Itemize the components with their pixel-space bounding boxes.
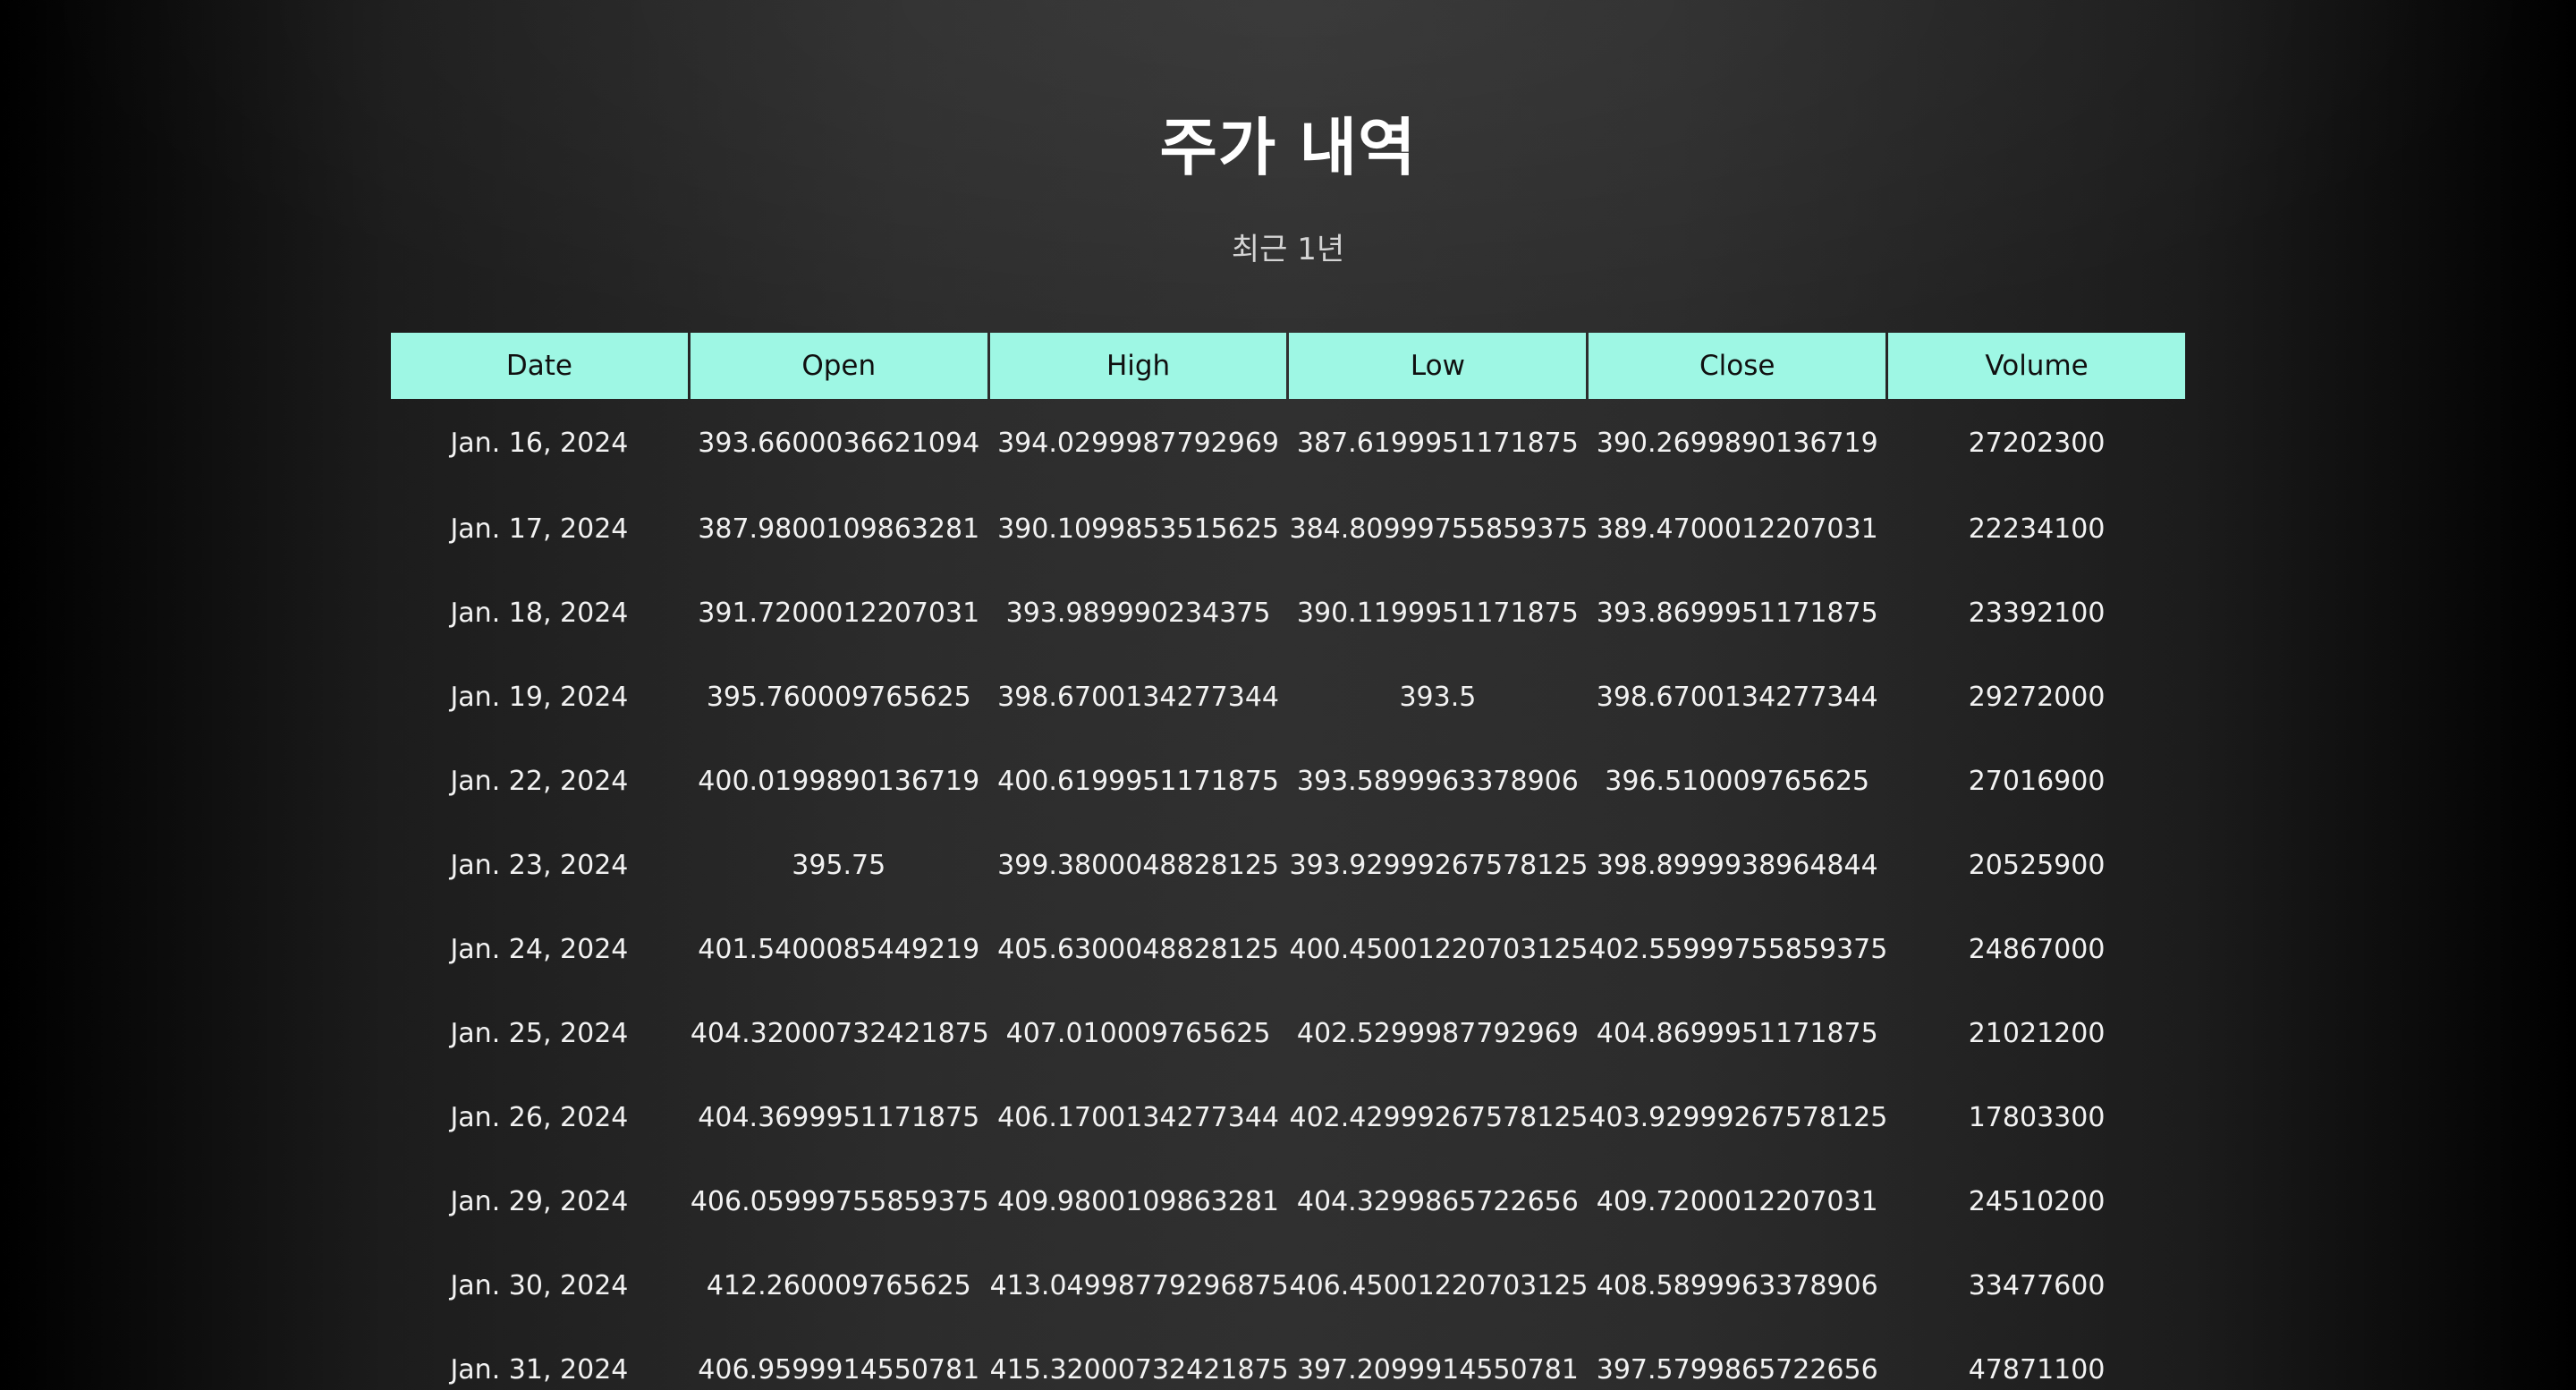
table-row: Jan. 29, 2024 406.05999755859375 409.980… [391, 1159, 2185, 1243]
cell-volume: 27016900 [1968, 765, 2106, 797]
cell-open: 393.6600036621094 [698, 427, 980, 459]
table-row: Jan. 23, 2024 395.75 399.3800048828125 3… [391, 823, 2185, 907]
cell-low: 406.45001220703125 [1289, 1269, 1589, 1301]
cell-open: 391.7200012207031 [698, 597, 980, 629]
column-header-volume: Volume [1888, 333, 2185, 399]
column-header-close: Close [1589, 333, 1886, 399]
table-row: Jan. 25, 2024 404.32000732421875 407.010… [391, 991, 2185, 1075]
cell-open: 395.760009765625 [706, 681, 971, 713]
cell-open: 404.3699951171875 [698, 1101, 980, 1133]
cell-date: Jan. 23, 2024 [450, 849, 629, 881]
cell-open: 401.5400085449219 [698, 933, 980, 965]
cell-open: 387.9800109863281 [698, 513, 980, 545]
cell-date: Jan. 29, 2024 [450, 1185, 629, 1217]
cell-volume: 27202300 [1968, 427, 2106, 459]
table-row: Jan. 30, 2024 412.260009765625 413.04998… [391, 1243, 2185, 1327]
cell-low: 393.5899963378906 [1296, 765, 1579, 797]
cell-low: 393.5 [1399, 681, 1477, 713]
cell-volume: 22234100 [1968, 513, 2106, 545]
cell-volume: 21021200 [1968, 1017, 2106, 1049]
cell-close: 390.2699890136719 [1596, 427, 1878, 459]
table-row: Jan. 17, 2024 387.9800109863281 390.1099… [391, 487, 2185, 571]
cell-close: 393.8699951171875 [1596, 597, 1878, 629]
cell-low: 404.3299865722656 [1296, 1185, 1579, 1217]
column-header-high: High [989, 333, 1287, 399]
cell-high: 394.0299987792969 [997, 427, 1280, 459]
cell-open: 404.32000732421875 [690, 1017, 989, 1049]
cell-high: 406.1700134277344 [997, 1101, 1280, 1133]
cell-close: 404.8699951171875 [1596, 1017, 1878, 1049]
cell-low: 387.6199951171875 [1296, 427, 1579, 459]
cell-open: 412.260009765625 [706, 1269, 971, 1301]
column-header-date: Date [391, 333, 688, 399]
table-row: Jan. 18, 2024 391.7200012207031 393.9899… [391, 571, 2185, 655]
table-row: Jan. 22, 2024 400.0199890136719 400.6199… [391, 739, 2185, 823]
cell-close: 408.5899963378906 [1596, 1269, 1878, 1301]
cell-high: 413.04998779296875 [989, 1269, 1289, 1301]
cell-close: 389.4700012207031 [1596, 513, 1878, 545]
cell-date: Jan. 16, 2024 [450, 427, 629, 459]
cell-close: 398.6700134277344 [1596, 681, 1878, 713]
cell-low: 400.45001220703125 [1289, 933, 1589, 965]
cell-low: 393.92999267578125 [1289, 849, 1589, 881]
cell-date: Jan. 24, 2024 [450, 933, 629, 965]
column-header-open: Open [690, 333, 987, 399]
cell-high: 405.6300048828125 [997, 933, 1280, 965]
cell-volume: 33477600 [1968, 1269, 2106, 1301]
table-row: Jan. 19, 2024 395.760009765625 398.67001… [391, 655, 2185, 739]
cell-close: 402.55999755859375 [1589, 933, 1888, 965]
column-header-low: Low [1289, 333, 1587, 399]
cell-date: Jan. 18, 2024 [450, 597, 629, 629]
cell-volume: 24510200 [1968, 1185, 2106, 1217]
table-row: Jan. 26, 2024 404.3699951171875 406.1700… [391, 1075, 2185, 1159]
cell-low: 397.2099914550781 [1296, 1353, 1579, 1386]
cell-date: Jan. 31, 2024 [450, 1353, 629, 1386]
cell-volume: 29272000 [1968, 681, 2106, 713]
cell-date: Jan. 26, 2024 [450, 1101, 629, 1133]
page-subtitle: 최근 1년 [1231, 232, 1345, 267]
cell-high: 407.010009765625 [1005, 1017, 1271, 1049]
cell-close: 398.8999938964844 [1596, 849, 1878, 881]
cell-low: 384.80999755859375 [1289, 513, 1589, 545]
cell-volume: 24867000 [1968, 933, 2106, 965]
cell-open: 406.9599914550781 [698, 1353, 980, 1386]
header-row: Date Open High Low Close Volume [391, 333, 2185, 399]
cell-high: 415.32000732421875 [989, 1353, 1289, 1386]
stock-history-table: Date Open High Low Close Volume Jan. 16,… [388, 333, 2188, 1390]
cell-high: 400.6199951171875 [997, 765, 1280, 797]
cell-open: 406.05999755859375 [690, 1185, 989, 1217]
cell-date: Jan. 22, 2024 [450, 765, 629, 797]
cell-high: 399.3800048828125 [997, 849, 1280, 881]
cell-low: 390.1199951171875 [1296, 597, 1579, 629]
table-row: Jan. 31, 2024 406.9599914550781 415.3200… [391, 1327, 2185, 1390]
page-title: 주가 내역 [1159, 111, 1417, 184]
cell-open: 395.75 [792, 849, 886, 881]
table-row: Jan. 16, 2024 393.6600036621094 394.0299… [391, 399, 2185, 487]
cell-date: Jan. 25, 2024 [450, 1017, 629, 1049]
cell-date: Jan. 30, 2024 [450, 1269, 629, 1301]
cell-close: 409.7200012207031 [1596, 1185, 1878, 1217]
table-header: Date Open High Low Close Volume [391, 333, 2185, 399]
cell-low: 402.42999267578125 [1289, 1101, 1589, 1133]
cell-close: 397.5799865722656 [1596, 1353, 1878, 1386]
cell-high: 393.989990234375 [1005, 597, 1271, 629]
cell-high: 390.1099853515625 [997, 513, 1280, 545]
cell-open: 400.0199890136719 [698, 765, 980, 797]
cell-date: Jan. 19, 2024 [450, 681, 629, 713]
cell-volume: 20525900 [1968, 849, 2106, 881]
cell-volume: 17803300 [1968, 1101, 2106, 1133]
table-body: Jan. 16, 2024 393.6600036621094 394.0299… [391, 399, 2185, 1390]
cell-high: 409.9800109863281 [997, 1185, 1280, 1217]
cell-low: 402.5299987792969 [1296, 1017, 1579, 1049]
cell-date: Jan. 17, 2024 [450, 513, 629, 545]
cell-volume: 23392100 [1968, 597, 2106, 629]
cell-close: 403.92999267578125 [1589, 1101, 1888, 1133]
stock-history-page: 주가 내역 최근 1년 Date Open High Low Close Vol… [0, 0, 2576, 1390]
cell-close: 396.510009765625 [1605, 765, 1870, 797]
table-row: Jan. 24, 2024 401.5400085449219 405.6300… [391, 907, 2185, 991]
cell-volume: 47871100 [1968, 1353, 2106, 1386]
cell-high: 398.6700134277344 [997, 681, 1280, 713]
